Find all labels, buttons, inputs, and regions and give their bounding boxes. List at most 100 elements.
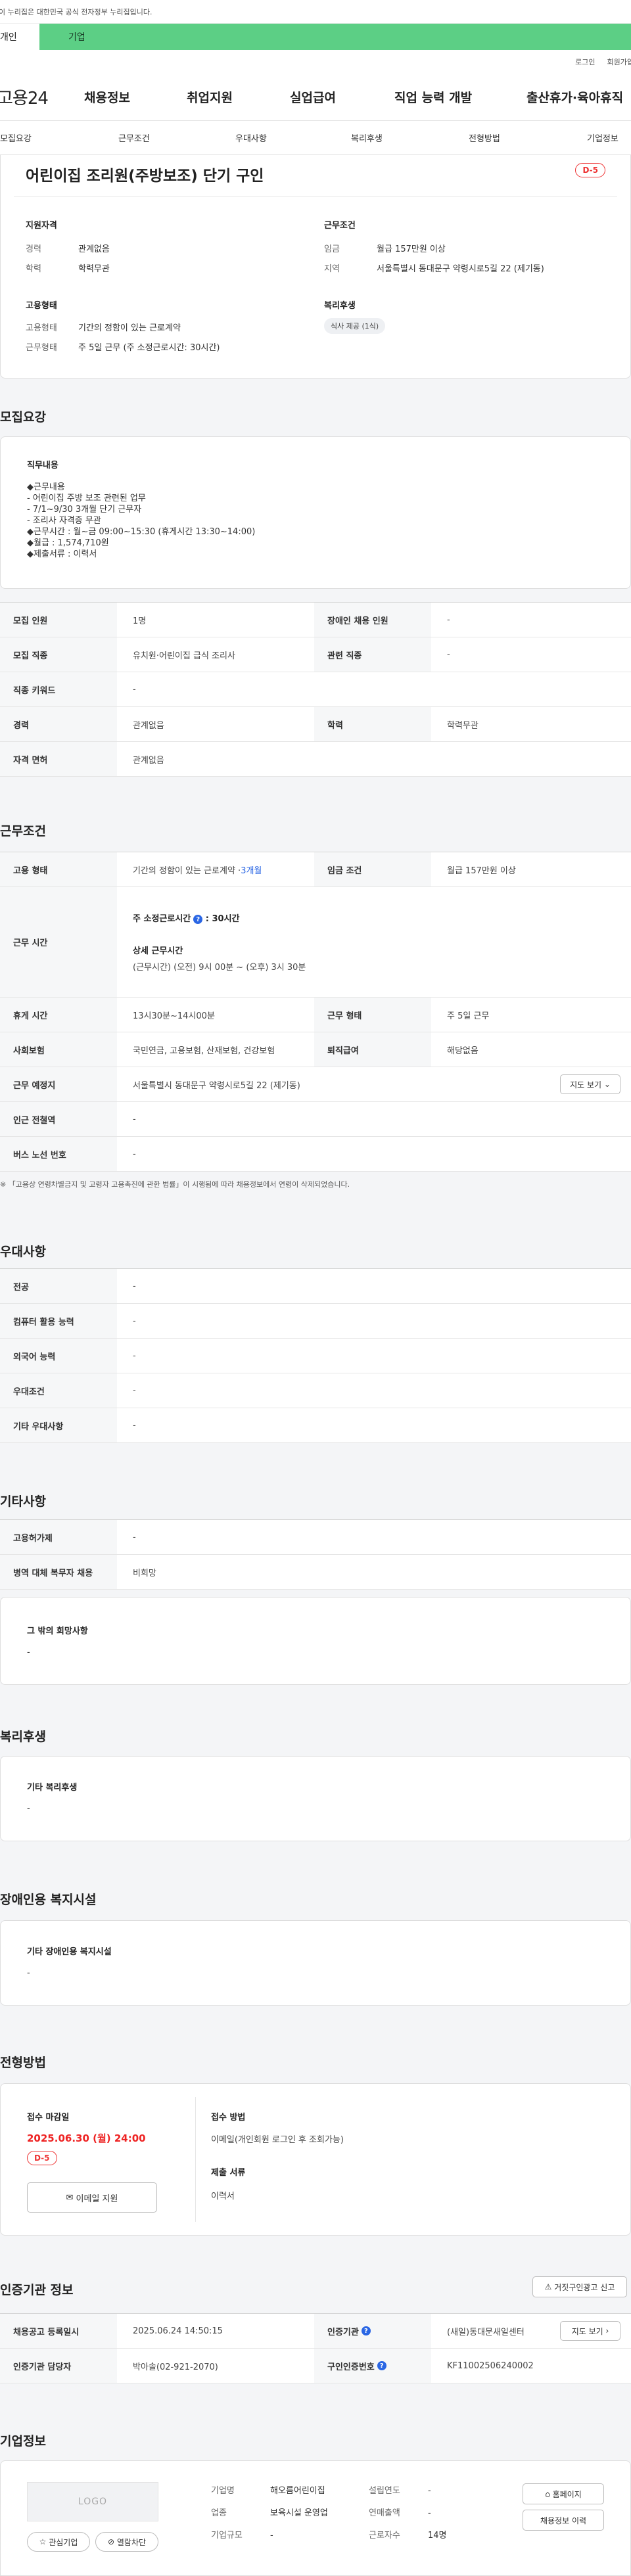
career-value: 관계없음 — [78, 244, 110, 254]
table-row: 고용 형태 기간의 정함이 있는 근로계약 · 3개월 임금 조건 월급 157… — [0, 852, 631, 887]
row-value: - — [447, 614, 450, 625]
revenue-value: - — [428, 2508, 431, 2518]
area-row: 지역 서울특별시 동대문구 약령시로5길 22 (제기동) — [324, 262, 544, 274]
report-button-label: 거짓구인광고 신고 — [554, 2282, 615, 2292]
row-header: 채용공고 등록일시 — [0, 2314, 117, 2348]
process-card: 접수 마감일 2025.06.30 (월) 24:00 D-5 ✉ 이메일 지원… — [0, 2083, 631, 2236]
row-value: - — [133, 1350, 136, 1361]
row-header: 자격 면허 — [0, 742, 117, 776]
deadline-value: 2025.06.30 (월) 24:00 — [27, 2132, 146, 2144]
nav-item-employment-support[interactable]: 취업지원 — [187, 88, 233, 106]
login-link[interactable]: 로그인 — [575, 57, 595, 67]
mail-icon: ✉ — [66, 2192, 74, 2203]
site-logo[interactable]: 고용24 — [0, 85, 76, 109]
tab-company[interactable]: 기업 — [39, 24, 631, 50]
job-history-label: 채용정보 이력 — [540, 2516, 587, 2525]
employment-type-title: 고용형태 — [26, 301, 57, 311]
section-nav-process[interactable]: 전형방법 — [469, 131, 500, 144]
report-fake-ad-button[interactable]: ⚠ 거짓구인광고 신고 — [532, 2276, 627, 2297]
nav-item-training[interactable]: 직업 능력 개발 — [394, 88, 472, 106]
map-button[interactable]: 지도 보기 ⌄ — [560, 1074, 620, 1094]
deadline-label: 접수 마감일 — [27, 2113, 70, 2123]
block-view-button[interactable]: ⊘ 열람차단 — [95, 2532, 158, 2552]
duty-line: ◆월급 : 1,574,710원 — [27, 538, 109, 548]
dday-badge: D-5 — [575, 163, 605, 177]
row-value: - — [133, 1316, 136, 1326]
cert-num-label: 구인인증번호 — [327, 2362, 375, 2372]
company-name-label: 기업명 — [211, 2486, 235, 2496]
email-apply-button[interactable]: ✉ 이메일 지원 — [27, 2182, 157, 2213]
duty-line: - 7/1~9/30 3개월 단기 근무자 — [27, 505, 142, 515]
process-section-title: 전형방법 — [0, 2056, 46, 2070]
nav-item-unemployment-benefit[interactable]: 실업급여 — [290, 88, 336, 106]
row-value: - — [133, 684, 136, 695]
company-name-row: 기업명 해오름어린이집 — [211, 2483, 325, 2496]
row-value: - — [133, 1114, 136, 1124]
interest-label: 관심기업 — [49, 2537, 78, 2547]
nav-item-jobs[interactable]: 채용정보 — [84, 88, 130, 106]
table-row: 인증기관 담당자 박아솔(02-921-2070) 구인인증번호? KF1100… — [0, 2349, 631, 2383]
tab-personal[interactable]: 개인 — [0, 24, 39, 50]
section-nav-pref[interactable]: 우대사항 — [235, 131, 267, 144]
duty-card: 직무내용 ◆근무내용 - 어린이집 주방 보조 관련된 업무 - 7/1~9/3… — [0, 436, 631, 589]
row-header: 퇴직급여 — [314, 1032, 431, 1067]
row-value: - — [133, 1420, 136, 1431]
founded-value: - — [428, 2486, 431, 2496]
chevron-down-icon: ⌄ — [603, 1080, 611, 1089]
table-row: 직종 키워드 - — [0, 672, 631, 707]
help-icon[interactable]: ? — [193, 915, 203, 925]
etc-table: 고용허가제 - 병역 대체 복무자 채용 비희망 — [0, 1519, 631, 1590]
row-header: 학력 — [314, 707, 431, 741]
job-title: 어린이집 조리원(주방보조) 단기 구인 — [26, 168, 264, 185]
table-row: 휴게 시간 13시30분~14시00분 근무 형태 주 5일 근무 — [0, 998, 631, 1032]
row-header: 근무 형태 — [314, 998, 431, 1032]
row-value: (새일)동대문새일센터 지도 보기 › — [431, 2314, 631, 2348]
qualification-title: 지원자격 — [26, 221, 57, 231]
signup-link[interactable]: 회원가입 — [607, 57, 631, 67]
interest-company-button[interactable]: ☆ 관심기업 — [27, 2532, 90, 2552]
row-header: 휴게 시간 — [0, 998, 117, 1032]
map-button-label: 지도 보기 — [570, 1080, 602, 1090]
company-name-value: 해오름어린이집 — [270, 2486, 325, 2496]
wage-value: 월급 157만원 이상 — [377, 244, 446, 254]
section-nav-company[interactable]: 기업정보 — [587, 131, 619, 144]
welfare-sub-value: - — [27, 1804, 30, 1814]
table-row: 병역 대체 복무자 채용 비희망 — [0, 1555, 631, 1590]
row-value: 주 5일 근무 — [447, 1011, 490, 1021]
row-header: 경력 — [0, 707, 117, 741]
section-nav-welfare[interactable]: 복리후생 — [351, 131, 383, 144]
row-header: 모집 인원 — [0, 603, 117, 637]
row-value: 박아솔(02-921-2070) — [133, 2362, 218, 2372]
weekly-hours: 주 소정근로시간? : 30시간 — [133, 911, 240, 925]
section-nav-recruit[interactable]: 모집요강 — [0, 131, 32, 144]
size-value: - — [270, 2531, 273, 2541]
gov-banner-text: 이 누리집은 대한민국 공식 전자정부 누리집입니다. — [0, 7, 152, 16]
table-row: 컴퓨터 활용 능력 - — [0, 1304, 631, 1339]
row-header: 우대조건 — [0, 1373, 117, 1408]
table-row: 경력 관계없음 학력 학력무관 — [0, 707, 631, 742]
work-type-row: 근무형태 주 5일 근무 (주 소정근로시간: 30시간) — [26, 340, 220, 353]
other-wishes-card: 그 밖의 희망사항 - — [0, 1597, 631, 1685]
row-value: 월급 157만원 이상 — [447, 865, 516, 876]
row-value: 해당없음 — [447, 1046, 479, 1056]
disabled-card: 기타 장애인용 복지시설 - — [0, 1920, 631, 2006]
help-icon[interactable]: ? — [361, 2326, 371, 2335]
cert-map-button[interactable]: 지도 보기 › — [560, 2321, 620, 2341]
career-label: 경력 — [26, 244, 41, 254]
row-value: - — [133, 1532, 136, 1542]
nav-item-parental-leave[interactable]: 출산휴가·육아휴직 — [526, 88, 623, 106]
homepage-button[interactable]: ⌂ 홈페이지 — [523, 2483, 604, 2504]
disabled-sub-title: 기타 장애인용 복지시설 — [27, 1947, 112, 1957]
duty-line: - 조리사 자격증 무관 — [27, 516, 101, 526]
table-row: 사회보험 국민연금, 고용보험, 산재보험, 건강보험 퇴직급여 해당없음 — [0, 1032, 631, 1067]
duty-title: 직무내용 — [27, 461, 58, 471]
pref-section-title: 우대사항 — [0, 1245, 46, 1259]
table-row: 버스 노선 번호 - — [0, 1137, 631, 1172]
job-summary-card: 어린이집 조리원(주방보조) 단기 구인 D-5 지원자격 경력 관계없음 학력 학… — [0, 155, 631, 379]
job-history-button[interactable]: 채용정보 이력 — [523, 2510, 604, 2531]
weekly-hours-label: 주 소정근로시간 — [133, 913, 191, 924]
section-nav-work[interactable]: 근무조건 — [118, 131, 150, 144]
help-icon[interactable]: ? — [377, 2361, 386, 2370]
row-header: 인증기관? — [314, 2314, 431, 2348]
block-label: 열람차단 — [116, 2537, 147, 2547]
